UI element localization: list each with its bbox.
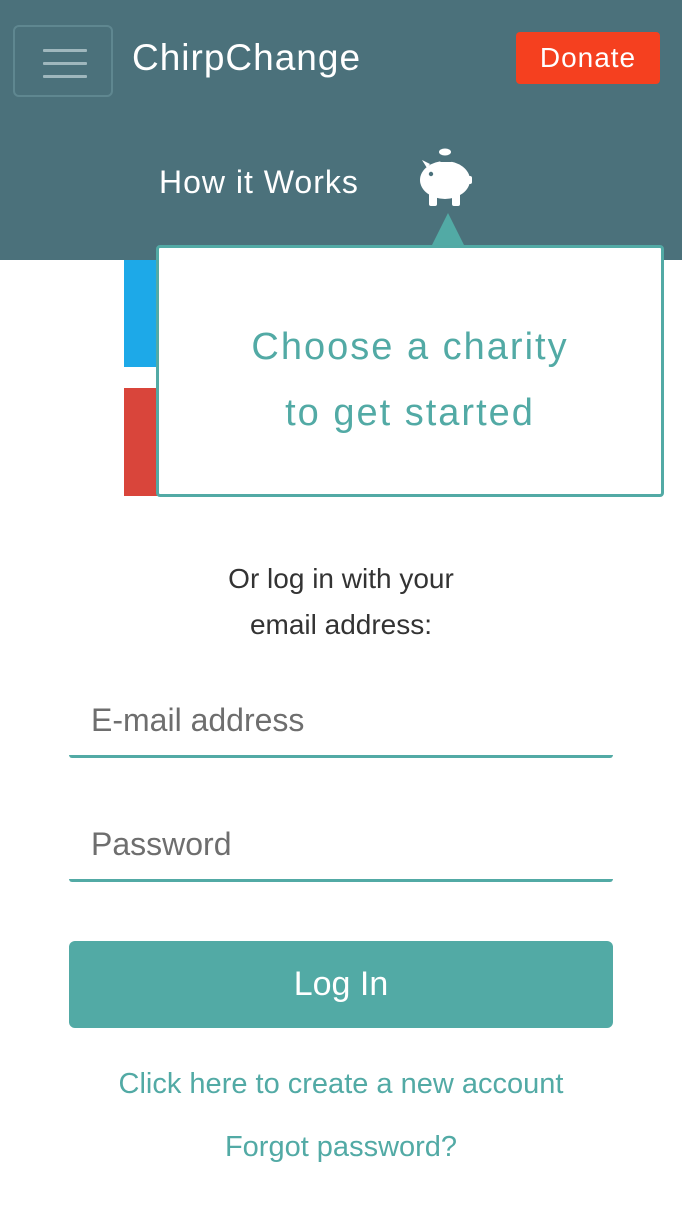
menu-icon-bar <box>43 62 87 65</box>
login-prompt: Or log in with your email address: <box>0 556 682 648</box>
forgot-password-link[interactable]: Forgot password? <box>0 1127 682 1167</box>
login-prompt-line-2: email address: <box>249 609 433 640</box>
password-field[interactable] <box>69 810 613 882</box>
tooltip-arrow <box>432 213 464 245</box>
brand-title[interactable]: ChirpChange <box>132 36 361 80</box>
top-header: ChirpChange Donate How it Works <box>0 0 682 260</box>
login-button[interactable]: Log In <box>69 941 613 1028</box>
login-prompt-line-1: Or log in with your <box>228 563 454 594</box>
twitter-login-button[interactable] <box>124 260 160 367</box>
create-account-link[interactable]: Click here to create a new account <box>0 1064 682 1104</box>
tooltip-line-2: to get started <box>285 392 535 434</box>
hamburger-menu-icon <box>43 49 87 52</box>
email-field[interactable] <box>69 686 613 758</box>
google-login-button[interactable] <box>124 388 160 496</box>
donate-button[interactable]: Donate <box>516 32 660 84</box>
piggy-bank-icon[interactable] <box>414 146 476 210</box>
get-started-tooltip: Choose a charity to get started <box>156 245 664 497</box>
tooltip-message: Choose a charity to get started <box>159 314 661 446</box>
menu-icon-bar <box>43 75 87 78</box>
how-it-works-link[interactable]: How it Works <box>159 160 359 204</box>
hamburger-menu-button[interactable] <box>13 25 113 97</box>
tooltip-line-1: Choose a charity <box>251 326 569 368</box>
